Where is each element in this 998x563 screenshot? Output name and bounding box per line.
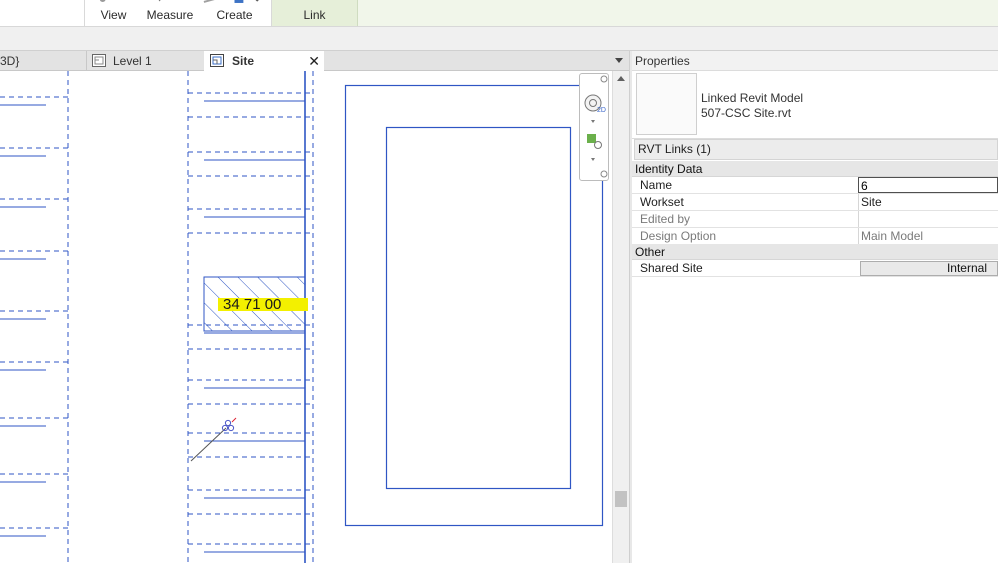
create-icon — [198, 0, 271, 5]
tab-site-label: Site — [232, 54, 254, 68]
view-tab-bar: 3D} Level 1 Site ✕ — [0, 51, 630, 71]
property-name-input[interactable]: 6 — [858, 177, 998, 193]
property-edited-by-value — [858, 211, 998, 227]
tab-level-1[interactable]: Level 1 — [86, 51, 204, 71]
view-icon — [85, 0, 142, 5]
close-tab-icon[interactable]: ✕ — [308, 51, 320, 71]
properties-title: Properties — [632, 51, 998, 71]
ribbon: View Measure Create Link — [0, 0, 998, 27]
category-other[interactable]: Other — [632, 244, 998, 260]
svg-text:2D: 2D — [597, 107, 606, 114]
left-parking-stripes — [0, 97, 68, 536]
ribbon-group-view[interactable]: View — [84, 0, 142, 26]
linked-model-outer-boundary — [346, 86, 603, 526]
ribbon-group-link-label: Link — [272, 8, 357, 22]
property-workset-label: Workset — [640, 194, 684, 211]
tab-3d-label: 3D} — [0, 54, 19, 68]
site-drawing: 34 71 00 — [0, 71, 612, 563]
ribbon-group-measure-label: Measure — [142, 8, 198, 22]
property-row-name: Name 6 — [632, 177, 998, 194]
type-preview-thumbnail — [636, 73, 697, 135]
ribbon-group-link[interactable]: Link — [272, 0, 358, 26]
tab-3d-view[interactable]: 3D} — [0, 51, 82, 71]
navigation-bar[interactable]: 2D — [579, 73, 609, 181]
zoom-region-icon[interactable] — [587, 134, 602, 149]
property-design-option-label: Design Option — [640, 228, 716, 245]
property-workset-value[interactable]: Site — [858, 194, 998, 210]
vertical-scrollbar[interactable] — [612, 71, 629, 563]
ribbon-group-create-label: Create — [198, 8, 271, 22]
navbar-options-icon[interactable] — [601, 171, 607, 177]
category-identity-data[interactable]: Identity Data — [632, 161, 998, 177]
tab-level-1-label: Level 1 — [113, 54, 152, 68]
type-selector[interactable]: Linked Revit Model 507-CSC Site.rvt — [632, 71, 998, 139]
site-plan-icon — [210, 54, 224, 67]
property-row-workset: Workset Site — [632, 194, 998, 211]
navbar-close-icon[interactable] — [601, 76, 607, 82]
ribbon-group-view-label: View — [85, 8, 142, 22]
tab-list-dropdown-icon[interactable] — [612, 55, 626, 67]
property-row-shared-site: Shared Site Internal — [632, 260, 998, 277]
steering-wheel-icon[interactable]: 2D — [585, 95, 606, 114]
ribbon-context-band — [358, 0, 998, 26]
type-family-name: Linked Revit Model — [701, 91, 803, 106]
scroll-up-arrow-icon[interactable] — [617, 76, 625, 81]
property-shared-site-label: Shared Site — [640, 260, 703, 277]
property-row-edited-by: Edited by — [632, 211, 998, 228]
options-bar — [0, 27, 998, 51]
tab-site[interactable]: Site ✕ — [204, 51, 324, 72]
property-name-label: Name — [640, 177, 672, 194]
property-row-design-option: Design Option Main Model — [632, 228, 998, 245]
wheel-dropdown-icon — [591, 120, 595, 123]
shared-site-button[interactable]: Internal — [860, 261, 998, 276]
property-edited-by-label: Edited by — [640, 211, 690, 228]
scroll-thumb[interactable] — [615, 491, 627, 507]
measure-icon — [142, 0, 198, 5]
floor-plan-icon — [92, 54, 106, 67]
keynote-tag: 34 71 00 — [223, 296, 281, 313]
type-file-name: 507-CSC Site.rvt — [701, 106, 791, 121]
properties-palette: Properties Linked Revit Model 507-CSC Si… — [632, 51, 998, 563]
drawing-canvas[interactable]: 34 71 00 2D — [0, 71, 612, 563]
instance-filter-dropdown[interactable]: RVT Links (1) — [634, 139, 998, 160]
linked-model-inner-boundary — [387, 128, 571, 489]
property-design-option-value: Main Model — [858, 228, 998, 244]
survey-point-icon — [222, 418, 236, 431]
ribbon-group-create[interactable]: Create — [198, 0, 272, 26]
ribbon-group-measure[interactable]: Measure — [142, 0, 198, 26]
zoom-dropdown-icon — [591, 158, 595, 161]
